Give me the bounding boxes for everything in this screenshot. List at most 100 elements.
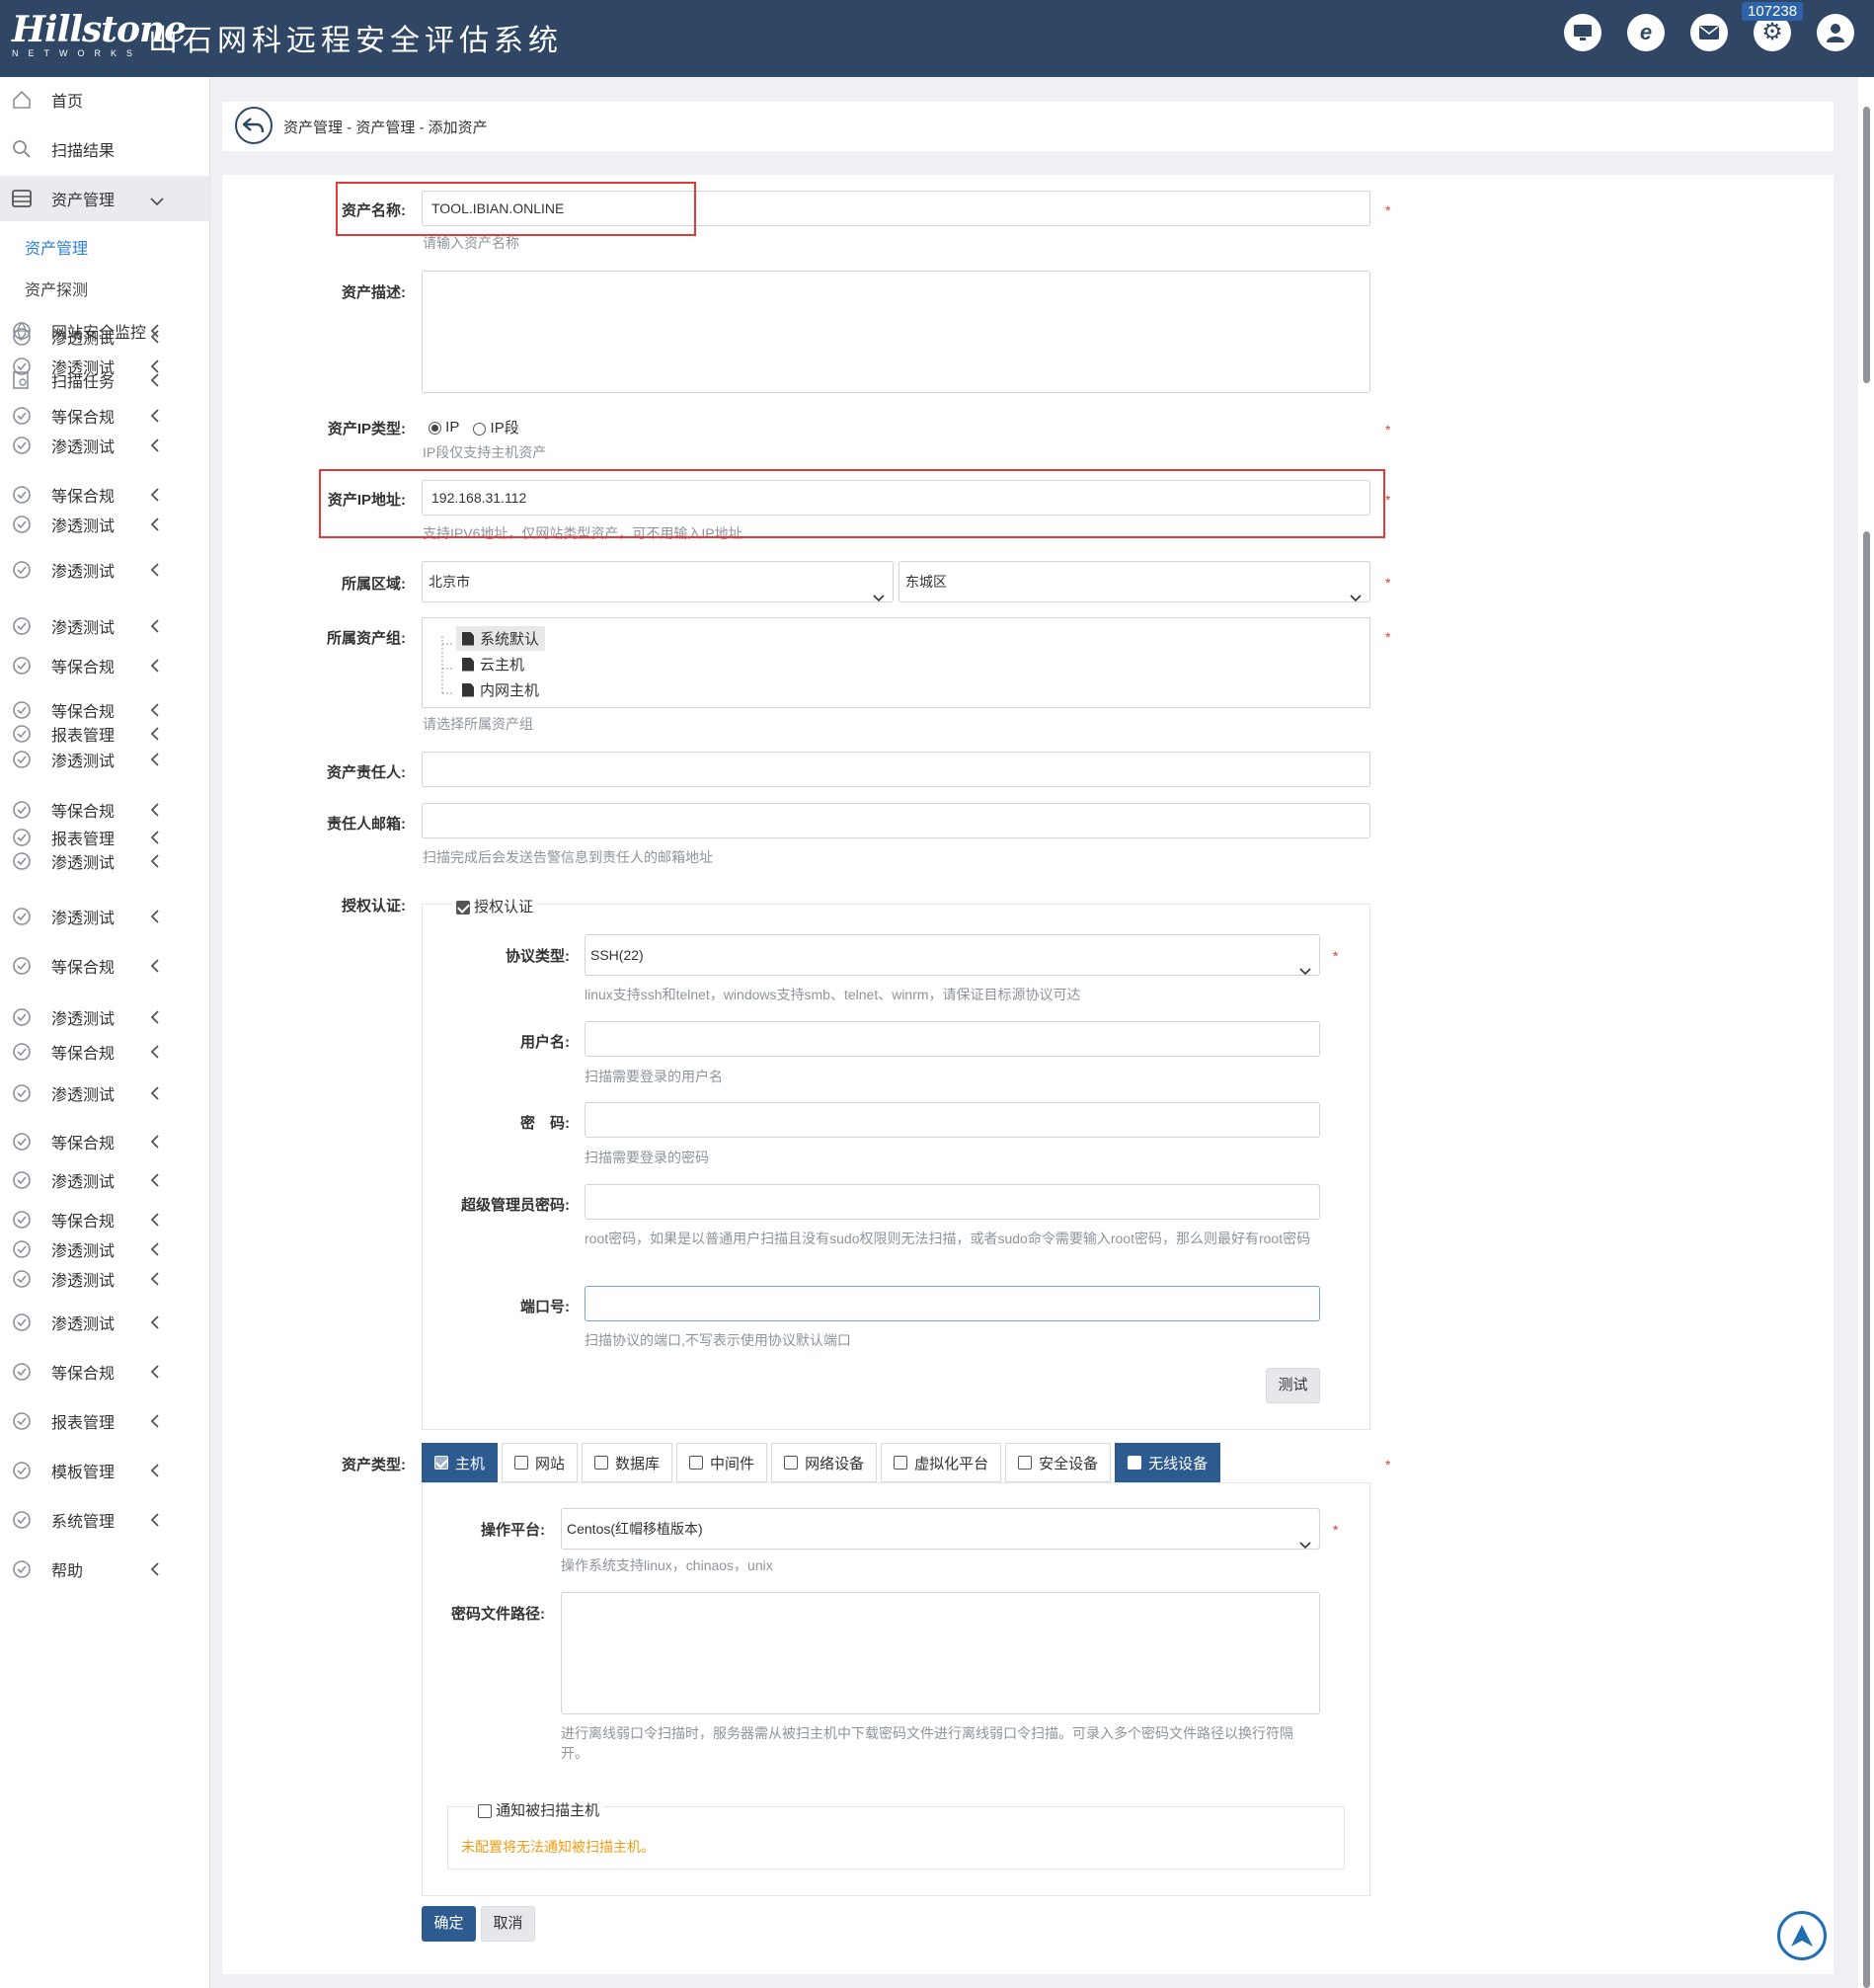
sidebar-item-pentest[interactable]: 渗透测试	[0, 737, 209, 782]
sidebar-subitem-asset-discovery[interactable]: 资产探测	[25, 277, 88, 300]
sidebar-item-report[interactable]: 报表管理	[0, 1398, 209, 1444]
sidebar-item-pentest[interactable]: 渗透测试	[0, 344, 209, 389]
tab-middleware[interactable]: 中间件	[676, 1443, 768, 1482]
sidebar-item-pentest[interactable]: 渗透测试	[0, 1071, 209, 1116]
chevron-left-icon	[150, 1135, 164, 1149]
sidebar-item-shield[interactable]: 等保合规	[0, 1349, 209, 1394]
settings-button[interactable]: 107238 ⚙	[1742, 2, 1804, 51]
scrollbar-thumb[interactable]	[1863, 531, 1870, 1716]
root-password-input[interactable]	[585, 1184, 1320, 1220]
ie-icon[interactable]: e	[1627, 14, 1665, 51]
asset-desc-textarea[interactable]	[422, 271, 1370, 393]
password-help: 扫描需要登录的密码	[585, 1150, 709, 1165]
username-input[interactable]	[585, 1021, 1320, 1057]
sidebar-item-label: 系统管理	[51, 1514, 116, 1531]
sidebar-item-label: 报表管理	[51, 1415, 116, 1432]
protocol-select[interactable]: SSH(22)	[585, 934, 1320, 976]
ip-type-option-range[interactable]: IP段	[473, 417, 519, 437]
sidebar-item-label: 等保合规	[51, 660, 116, 676]
pentest-icon	[12, 1170, 32, 1190]
sidebar-item-pentest[interactable]: 渗透测试	[0, 423, 209, 468]
user-icon[interactable]	[1817, 14, 1854, 51]
sidebar-item-pentest[interactable]: 渗透测试	[0, 894, 209, 939]
tab-database[interactable]: 数据库	[582, 1443, 673, 1482]
sidebar-item-label: 等保合规	[51, 1136, 116, 1153]
district-select[interactable]: 东城区	[898, 561, 1370, 602]
sidebar-subitem-asset-management[interactable]: 资产管理	[25, 235, 88, 259]
chevron-left-icon	[150, 619, 164, 633]
tree-node-intranet-host[interactable]: 内网主机	[462, 679, 539, 700]
root-password-help: root密码，如果是以普通用户扫描且没有sudo权限则无法扫描，或者sudo命令…	[585, 1231, 1311, 1246]
sidebar-item-pentest[interactable]: 渗透测试	[0, 547, 209, 593]
tab-network-device[interactable]: 网络设备	[771, 1443, 878, 1482]
app-title: 山石网科远程安全评估系统	[148, 25, 563, 57]
tab-website[interactable]: 网站	[502, 1443, 579, 1482]
pwd-file-label: 密码文件路径:	[451, 1606, 545, 1623]
ip-type-option-ip[interactable]: IP	[429, 419, 459, 436]
sidebar-item-label: 渗透测试	[51, 360, 116, 377]
chevron-left-icon	[150, 659, 164, 673]
sidebar-item-shield[interactable]: 等保合规	[0, 1029, 209, 1074]
tree-node-default[interactable]: 系统默认	[456, 626, 546, 651]
top-header: Hillstone NETWORKS 山石网科远程安全评估系统 e 107238…	[0, 0, 1874, 77]
chevron-left-icon	[150, 359, 164, 373]
monitor-icon[interactable]	[1564, 14, 1601, 51]
sidebar-item-pentest[interactable]: 渗透测试	[0, 838, 209, 884]
sidebar-item-pentest[interactable]: 渗透测试	[0, 1256, 209, 1302]
chevron-left-icon	[150, 517, 164, 531]
checkbox-icon	[478, 1804, 492, 1819]
scrollbar-thumb[interactable]	[1863, 1687, 1870, 1988]
ok-button[interactable]: 确定	[422, 1906, 476, 1942]
sidebar-item-template[interactable]: 模板管理	[0, 1448, 209, 1493]
scrollbar-thumb[interactable]	[1863, 107, 1870, 383]
tab-virtualization[interactable]: 虚拟化平台	[881, 1443, 1002, 1482]
chevron-left-icon	[150, 959, 164, 973]
tab-wireless-device[interactable]: 无线设备	[1115, 1443, 1221, 1482]
chevron-left-icon	[150, 409, 164, 423]
email-help: 扫描完成后会发送告警信息到责任人的邮箱地址	[423, 849, 713, 865]
sidebar-item-help[interactable]: 帮助	[0, 1547, 209, 1592]
sidebar-item-label: 渗透测试	[51, 1273, 116, 1290]
file-icon	[462, 657, 474, 672]
sidebar-item-label: 等保合规	[51, 960, 116, 977]
port-input[interactable]	[585, 1286, 1320, 1321]
notify-checkbox[interactable]: 通知被扫描主机	[474, 1799, 604, 1820]
auth-checkbox[interactable]: 授权认证	[452, 896, 538, 916]
scroll-to-top-button[interactable]	[1777, 1911, 1827, 1960]
notification-badge: 107238	[1742, 2, 1804, 21]
auth-section	[422, 904, 1370, 1430]
sidebar-item-label: 渗透测试	[51, 518, 116, 535]
chevron-down-icon	[1299, 1525, 1311, 1550]
tab-security-device[interactable]: 安全设备	[1005, 1443, 1112, 1482]
cancel-button[interactable]: 取消	[481, 1906, 535, 1942]
sidebar-item-label: 帮助	[51, 1563, 84, 1580]
required-mark: *	[1333, 1522, 1339, 1538]
sidebar-item-scan-results[interactable]: 扫描结果	[0, 126, 209, 172]
sidebar-item-home[interactable]: 首页	[0, 77, 209, 122]
sidebar-item-asset-management[interactable]: 资产管理	[0, 176, 209, 221]
back-button[interactable]	[235, 107, 273, 144]
sidebar-item-gear[interactable]: 系统管理	[0, 1497, 209, 1543]
owner-input[interactable]	[422, 752, 1370, 787]
shield-icon	[12, 1042, 32, 1062]
asset-group-label: 所属资产组:	[327, 630, 406, 647]
sidebar-item-pentest[interactable]: 渗透测试	[0, 1300, 209, 1345]
chevron-down-icon	[150, 194, 164, 207]
sidebar-item-shield[interactable]: 等保合规	[0, 643, 209, 688]
required-mark: *	[1385, 575, 1391, 591]
tab-host[interactable]: 主机	[422, 1443, 499, 1482]
pwd-file-textarea[interactable]	[561, 1592, 1320, 1714]
page-scrollbar[interactable]	[1858, 77, 1874, 1988]
test-button[interactable]: 测试	[1266, 1368, 1320, 1403]
email-input[interactable]	[422, 803, 1370, 838]
password-input[interactable]	[585, 1102, 1320, 1138]
ip-type-help: IP段仅支持主机资产	[423, 444, 547, 460]
platform-help: 操作系统支持linux，chinaos，unix	[561, 1557, 773, 1573]
required-mark: *	[1333, 948, 1339, 964]
sidebar-item-pentest[interactable]: 渗透测试	[0, 502, 209, 547]
mail-icon[interactable]	[1690, 14, 1728, 51]
city-select[interactable]: 北京市	[422, 561, 894, 602]
sidebar-item-shield[interactable]: 等保合规	[0, 943, 209, 989]
tree-node-cloud-host[interactable]: 云主机	[462, 654, 524, 675]
platform-select[interactable]: Centos(红帽移植版本)	[561, 1508, 1320, 1550]
